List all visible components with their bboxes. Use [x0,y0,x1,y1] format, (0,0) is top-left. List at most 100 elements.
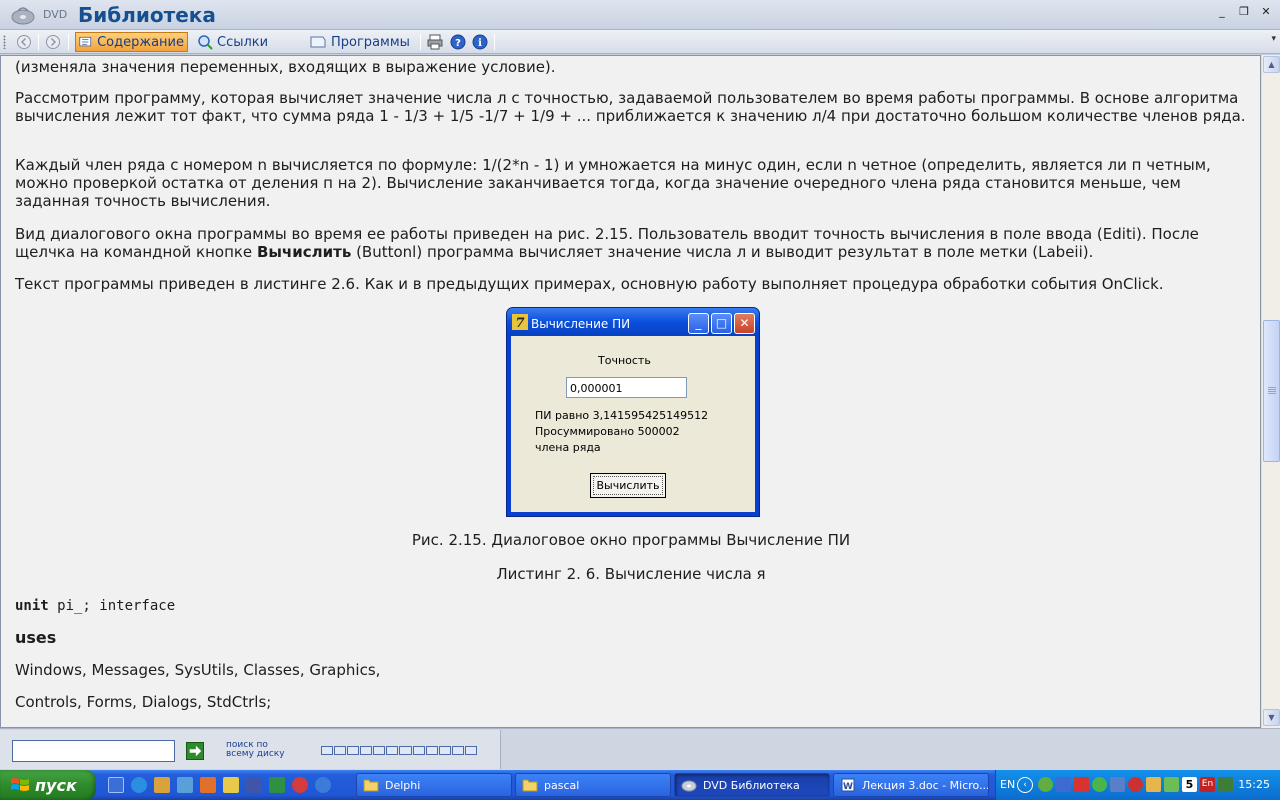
progress-cell [399,746,412,755]
info-icon[interactable]: i [471,33,489,51]
tray-icon[interactable] [1110,777,1125,792]
code-uses-keyword: uses [15,628,57,647]
app-title: Библиотека [78,3,216,27]
links-search-icon [198,35,213,50]
quicklaunch-icon[interactable] [246,777,262,793]
contents-button-label: Содержание [97,34,184,50]
result-pi-value: ПИ равно 3,141595425149512 [535,409,709,422]
paragraph: Рассмотрим программу, которая вычисляет … [15,89,1246,125]
dialog-titlebar: 7 Вычисление ПИ _ □ ✕ [507,308,759,336]
quicklaunch-icon[interactable] [292,777,308,793]
start-label: пуск [35,775,77,795]
dvd-disc-logo-icon [11,7,35,25]
quicklaunch-icon[interactable] [223,777,239,793]
progress-cell [425,746,438,755]
search-scope-link[interactable]: поиск по всему диску [226,741,285,759]
task-dvd-library[interactable]: DVD Библиотека [674,773,830,797]
svg-text:W: W [843,782,853,792]
close-button[interactable]: ✕ [1258,5,1274,19]
figure-caption: Рис. 2.15. Диалоговое окно программы Выч… [15,531,1247,549]
task-pascal[interactable]: pascal [515,773,671,797]
tray-badge[interactable]: 5 [1182,777,1197,792]
figure-caption-text: Диалоговое окно программы [486,531,727,549]
toolbar-separator [38,34,39,50]
security-shield-icon[interactable] [1128,777,1143,792]
progress-cell [386,746,399,755]
mail-icon[interactable] [154,777,170,793]
code-line: Windows, Messages, SysUtils, Classes, Gr… [15,661,381,679]
forward-icon[interactable] [44,33,62,51]
tray-expand-icon[interactable]: ‹ [1017,777,1033,793]
search-scope-line: всему диску [226,749,285,759]
scroll-up-button[interactable]: ▲ [1263,56,1280,73]
progress-cell [451,746,464,755]
svg-text:7: 7 [515,316,524,331]
tray-icon[interactable] [1146,777,1161,792]
links-button-label: Ссылки [217,34,269,50]
task-label: Delphi [385,778,421,792]
clock: 15:25 [1238,778,1270,791]
tray-icon[interactable] [1056,777,1071,792]
search-box-area: поиск по всему диску [0,730,501,769]
vertical-scrollbar[interactable]: ▲ ▼ [1261,55,1280,728]
contents-icon [79,36,92,47]
dialog-maximize-button[interactable]: □ [711,313,732,334]
quicklaunch-icon[interactable] [108,777,124,793]
back-icon[interactable] [15,33,33,51]
folder-icon [363,779,379,792]
folder-icon [522,779,538,792]
scrollbar-grip [1268,387,1276,395]
code-line: unit pi_; interface [15,597,1247,615]
quicklaunch-icon[interactable] [177,777,193,793]
toolbar-separator [68,34,69,50]
dialog-close-button[interactable]: ✕ [734,313,755,334]
internet-explorer-icon[interactable] [131,777,147,793]
task-label: pascal [544,778,580,792]
dialog-minimize-button[interactable]: _ [688,313,709,334]
result-terms-count: Просуммировано 500002 [535,425,680,438]
quicklaunch-icon[interactable] [315,777,331,793]
dvd-disc-icon [681,780,697,792]
precision-input[interactable]: 0,000001 [566,377,687,398]
programs-button[interactable]: Программы [306,32,416,52]
toolbar-grip[interactable] [3,35,6,49]
calculate-button[interactable]: Вычислить [590,473,666,498]
progress-cell [347,746,360,755]
help-icon[interactable]: ? [449,33,467,51]
tray-icon[interactable] [1218,777,1233,792]
links-button[interactable]: Ссылки [194,32,284,52]
search-go-arrow-icon[interactable] [186,742,204,760]
listing-caption: Листинг 2. 6. Вычисление числа я [496,565,766,583]
quicklaunch-icon[interactable] [200,777,216,793]
start-button[interactable]: пуск [0,770,96,800]
tray-icon[interactable] [1092,777,1107,792]
keyboard-layout-indicator[interactable]: En [1200,777,1215,792]
tray-icon[interactable] [1038,777,1053,792]
document-view[interactable]: (изменяла значения переменных, входящих … [0,55,1261,728]
task-delphi[interactable]: Delphi [356,773,512,797]
main-toolbar: Содержание Ссылки Программы ? i ▾ [0,30,1280,54]
print-icon[interactable] [426,33,444,51]
search-input[interactable] [12,740,175,762]
language-indicator[interactable]: EN [1000,778,1015,791]
figure-caption-program-name: Вычисление ПИ [726,531,851,549]
scrollbar-thumb[interactable] [1263,320,1280,462]
minimize-button[interactable]: _ [1214,5,1230,19]
svg-text:i: i [478,38,482,49]
progress-cell [334,746,347,755]
toolbar-overflow-icon[interactable]: ▾ [1271,34,1276,44]
figure-dialog-window: 7 Вычисление ПИ _ □ ✕ Точность 0,000001 … [506,307,760,517]
system-tray: EN ‹ 5 En 15:25 [995,770,1280,800]
contents-button[interactable]: Содержание [75,32,188,52]
restore-button[interactable]: ❐ [1236,5,1252,19]
tray-icon[interactable] [1074,777,1089,792]
progress-cell [321,746,334,755]
tray-icon[interactable] [1164,777,1179,792]
scroll-down-button[interactable]: ▼ [1263,709,1280,726]
quicklaunch-icon[interactable] [269,777,285,793]
paragraph: (изменяла значения переменных, входящих … [15,58,556,76]
code-line: Controls, Forms, Dialogs, StdCtrls; [15,693,272,711]
programs-icon [310,36,326,48]
progress-cell [464,746,477,755]
task-word-document[interactable]: W Лекция 3.doc - Micro... [833,773,989,797]
